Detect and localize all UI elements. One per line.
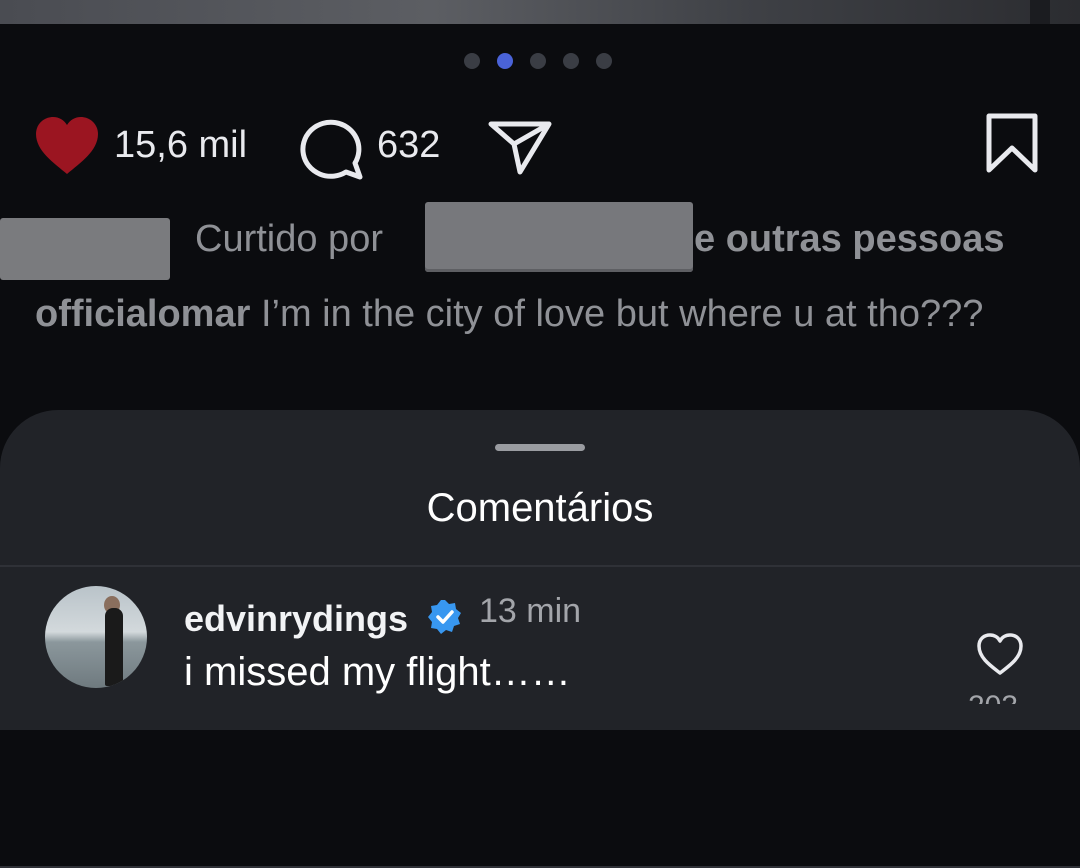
caption-username[interactable]: officialomar [35, 293, 250, 335]
verified-badge-icon [426, 598, 464, 641]
sheet-drag-handle[interactable] [495, 444, 585, 451]
sheet-title: Comentários [426, 486, 654, 530]
comment-like-button[interactable] [976, 632, 1024, 681]
carousel-dot [596, 53, 612, 69]
redacted-avatars [0, 218, 170, 280]
comment-bubble-icon [300, 119, 363, 180]
comment-item: edvinrydings 13 min i missed my flight……… [0, 580, 1080, 868]
comment-timestamp: 13 min [479, 592, 582, 630]
liked-by-suffix[interactable]: e outras pessoas [694, 218, 1004, 261]
avatar[interactable] [45, 586, 147, 688]
comment-button[interactable] [300, 116, 364, 180]
bookmark-icon [986, 113, 1038, 173]
comments-sheet: Comentários edvinrydings 13 min i missed… [0, 410, 1080, 868]
heart-filled-icon [36, 117, 98, 174]
carousel-dot [464, 53, 480, 69]
save-button[interactable] [984, 112, 1040, 174]
post-caption: officialomar I’m in the city of love but… [35, 288, 1045, 340]
post-actions-bar: 15,6 mil 632 [0, 108, 1080, 184]
liked-by-row[interactable]: Curtido por e outras pessoas [0, 202, 1080, 280]
comment-text: i missed my flight…… [184, 650, 571, 694]
redacted-username [425, 202, 693, 272]
like-button[interactable] [34, 116, 100, 176]
post-image-bottom-edge[interactable] [0, 0, 1080, 24]
comment-username[interactable]: edvinrydings [184, 598, 408, 640]
caption-text: I’m in the city of love but where u at t… [250, 293, 984, 335]
liked-by-prefix: Curtido por [195, 218, 383, 260]
carousel-dot [563, 53, 579, 69]
carousel-indicator [464, 53, 612, 69]
send-icon [488, 121, 552, 175]
carousel-dot [530, 53, 546, 69]
heart-outline-icon [977, 633, 1023, 675]
comment-like-count: 203 [968, 690, 1018, 704]
carousel-dot-active [497, 53, 513, 69]
divider [0, 565, 1080, 567]
comment-count[interactable]: 632 [377, 124, 440, 167]
like-count[interactable]: 15,6 mil [114, 124, 247, 167]
share-button[interactable] [488, 120, 552, 176]
